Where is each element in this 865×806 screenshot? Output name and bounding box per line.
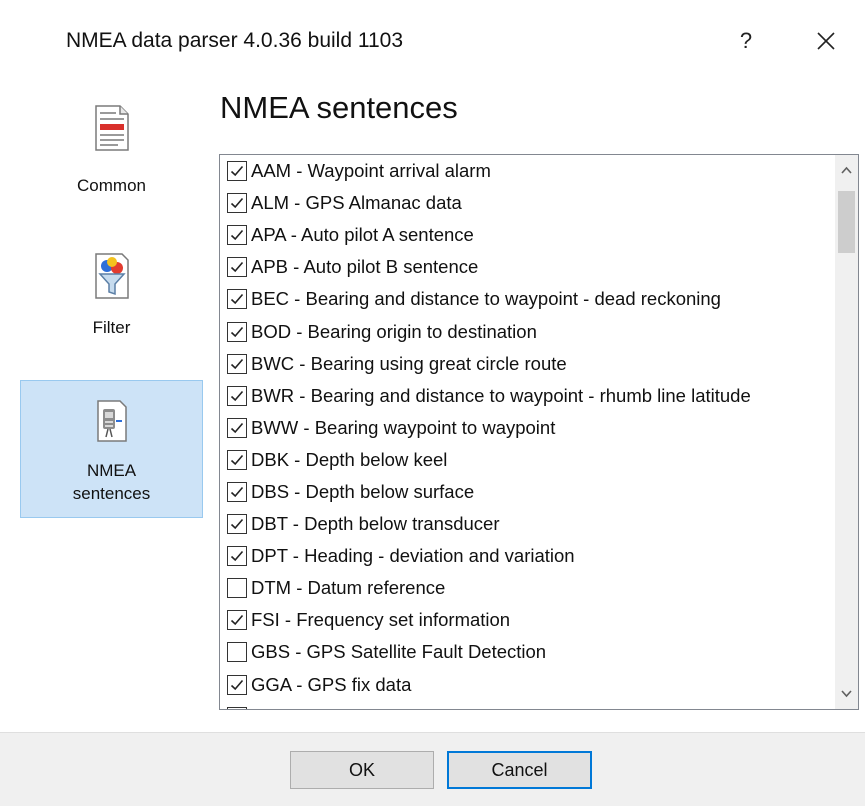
- page-title: NMEA sentences: [220, 90, 458, 125]
- close-icon: [817, 32, 835, 50]
- list-item-label: BEC - Bearing and distance to waypoint -…: [251, 288, 721, 310]
- checkmark-icon: [230, 294, 244, 305]
- list-item-label: FSI - Frequency set information: [251, 609, 511, 631]
- checkbox[interactable]: [227, 385, 247, 406]
- filter-funnel-icon: [94, 253, 129, 299]
- checkbox[interactable]: [227, 257, 247, 278]
- list-item[interactable]: DBT - Depth below transducer: [220, 508, 835, 540]
- checkmark-icon: [230, 615, 244, 626]
- list-item-label: GBS - GPS Satellite Fault Detection: [251, 641, 547, 663]
- gps-sentences-icon: [96, 400, 127, 442]
- list-item-label: DBS - Depth below surface: [251, 480, 475, 502]
- checkmark-icon: [230, 679, 244, 690]
- sidebar-item-common[interactable]: Common: [20, 102, 203, 202]
- cancel-button[interactable]: Cancel: [447, 751, 592, 789]
- list-item-label: APA - Auto pilot A sentence: [251, 224, 474, 246]
- list-item-label: ALM - GPS Almanac data: [251, 192, 462, 214]
- list-item[interactable]: DTM - Datum reference: [220, 572, 835, 604]
- checkbox[interactable]: [227, 225, 247, 246]
- checkbox[interactable]: [227, 449, 247, 470]
- list-item[interactable]: APA - Auto pilot A sentence: [220, 219, 835, 251]
- checkmark-icon: [230, 422, 244, 433]
- list-item[interactable]: DBK - Depth below keel: [220, 444, 835, 476]
- checkmark-icon: [230, 486, 244, 498]
- list-item[interactable]: FSI - Frequency set information: [220, 604, 835, 636]
- checkbox[interactable]: [227, 193, 247, 214]
- list-item-label: BWR - Bearing and distance to waypoint -…: [251, 384, 751, 406]
- list-item[interactable]: BOD - Bearing origin to destination: [220, 315, 835, 347]
- checkbox[interactable]: [227, 481, 247, 502]
- sentence-checklist[interactable]: AAM - Waypoint arrival alarm ALM - GPS Al…: [219, 154, 859, 710]
- window-title: NMEA data parser 4.0.36 build 1103: [66, 29, 403, 52]
- sidebar-nav: Common Filter NMEA sentences: [0, 82, 213, 732]
- checkmark-icon: [230, 198, 244, 209]
- sidebar-item-label: Filter: [92, 318, 131, 337]
- list-item[interactable]: DPT - Heading - deviation and variation: [220, 540, 835, 572]
- list-item-label: DPT - Heading - deviation and variation: [251, 545, 575, 567]
- help-button[interactable]: ?: [733, 26, 759, 56]
- list-item[interactable]: APB - Auto pilot B sentence: [220, 251, 835, 283]
- checkbox[interactable]: [227, 417, 247, 438]
- sidebar-item-label: NMEA sentences: [72, 461, 151, 503]
- list-item[interactable]: GGA - GPS fix data: [220, 669, 835, 701]
- ok-button[interactable]: OK: [290, 751, 434, 789]
- list-item[interactable]: BEC - Bearing and distance to waypoint -…: [220, 283, 835, 315]
- checkmark-icon: [230, 166, 244, 177]
- list-item[interactable]: BWR - Bearing and distance to waypoint -…: [220, 380, 835, 412]
- checkmark-icon: [230, 519, 244, 530]
- list-item-label: BWC - Bearing using great circle route: [251, 352, 567, 374]
- list-item[interactable]: AAM - Waypoint arrival alarm: [220, 155, 835, 187]
- scroll-up-button[interactable]: [835, 155, 858, 185]
- list-item[interactable]: GBS - GPS Satellite Fault Detection: [220, 636, 835, 668]
- title-bar: NMEA data parser 4.0.36 build 1103 ?: [0, 0, 865, 82]
- sidebar-item-filter[interactable]: Filter: [20, 246, 203, 356]
- checkbox[interactable]: [227, 674, 247, 695]
- scroll-down-button[interactable]: [835, 679, 858, 709]
- list-item-label: DBT - Depth below transducer: [251, 513, 500, 535]
- checkbox[interactable]: [227, 353, 247, 374]
- document-icon: [94, 105, 129, 151]
- checkbox[interactable]: [227, 514, 247, 535]
- checkmark-icon: [230, 551, 244, 562]
- close-button[interactable]: [807, 24, 845, 58]
- checkbox[interactable]: [227, 289, 247, 310]
- vertical-scrollbar[interactable]: [835, 155, 858, 709]
- checkbox[interactable]: [227, 546, 247, 567]
- sentence-list: AAM - Waypoint arrival alarm ALM - GPS Al…: [220, 155, 835, 709]
- list-item-label: GGA - GPS fix data: [251, 673, 412, 695]
- checkbox[interactable]: [227, 642, 247, 663]
- checkmark-icon: [230, 262, 244, 273]
- sidebar-item-nmea-sentences[interactable]: NMEA sentences: [20, 380, 203, 518]
- checkbox[interactable]: [227, 321, 247, 342]
- list-item-label: DBK - Depth below keel: [251, 448, 448, 470]
- checkmark-icon: [230, 230, 244, 241]
- chevron-down-icon: [841, 690, 852, 698]
- list-item[interactable]: DBS - Depth below surface: [220, 476, 835, 508]
- scroll-thumb[interactable]: [838, 191, 855, 253]
- checkmark-icon: [230, 454, 244, 466]
- chevron-up-icon: [841, 166, 852, 174]
- list-item[interactable]: ALM - GPS Almanac data: [220, 187, 835, 219]
- checkbox[interactable]: [227, 161, 247, 182]
- checkbox[interactable]: [227, 578, 247, 599]
- list-item-label: APB - Auto pilot B sentence: [251, 256, 479, 278]
- list-item-label: BWW - Bearing waypoint to waypoint: [251, 416, 556, 438]
- list-item[interactable]: [220, 701, 835, 709]
- dialog-button-bar: OK Cancel: [0, 732, 865, 806]
- list-item-label: DTM - Datum reference: [251, 577, 446, 599]
- checkbox[interactable]: [227, 706, 247, 709]
- list-item[interactable]: BWW - Bearing waypoint to waypoint: [220, 412, 835, 444]
- checkmark-icon: [230, 390, 244, 401]
- list-item-label: AAM - Waypoint arrival alarm: [251, 160, 491, 182]
- checkmark-icon: [230, 358, 244, 369]
- checkmark-icon: [230, 326, 244, 337]
- checkbox[interactable]: [227, 610, 247, 631]
- sidebar-item-label: Common: [77, 176, 146, 195]
- list-item[interactable]: BWC - Bearing using great circle route: [220, 348, 835, 380]
- list-item-label: BOD - Bearing origin to destination: [251, 320, 537, 342]
